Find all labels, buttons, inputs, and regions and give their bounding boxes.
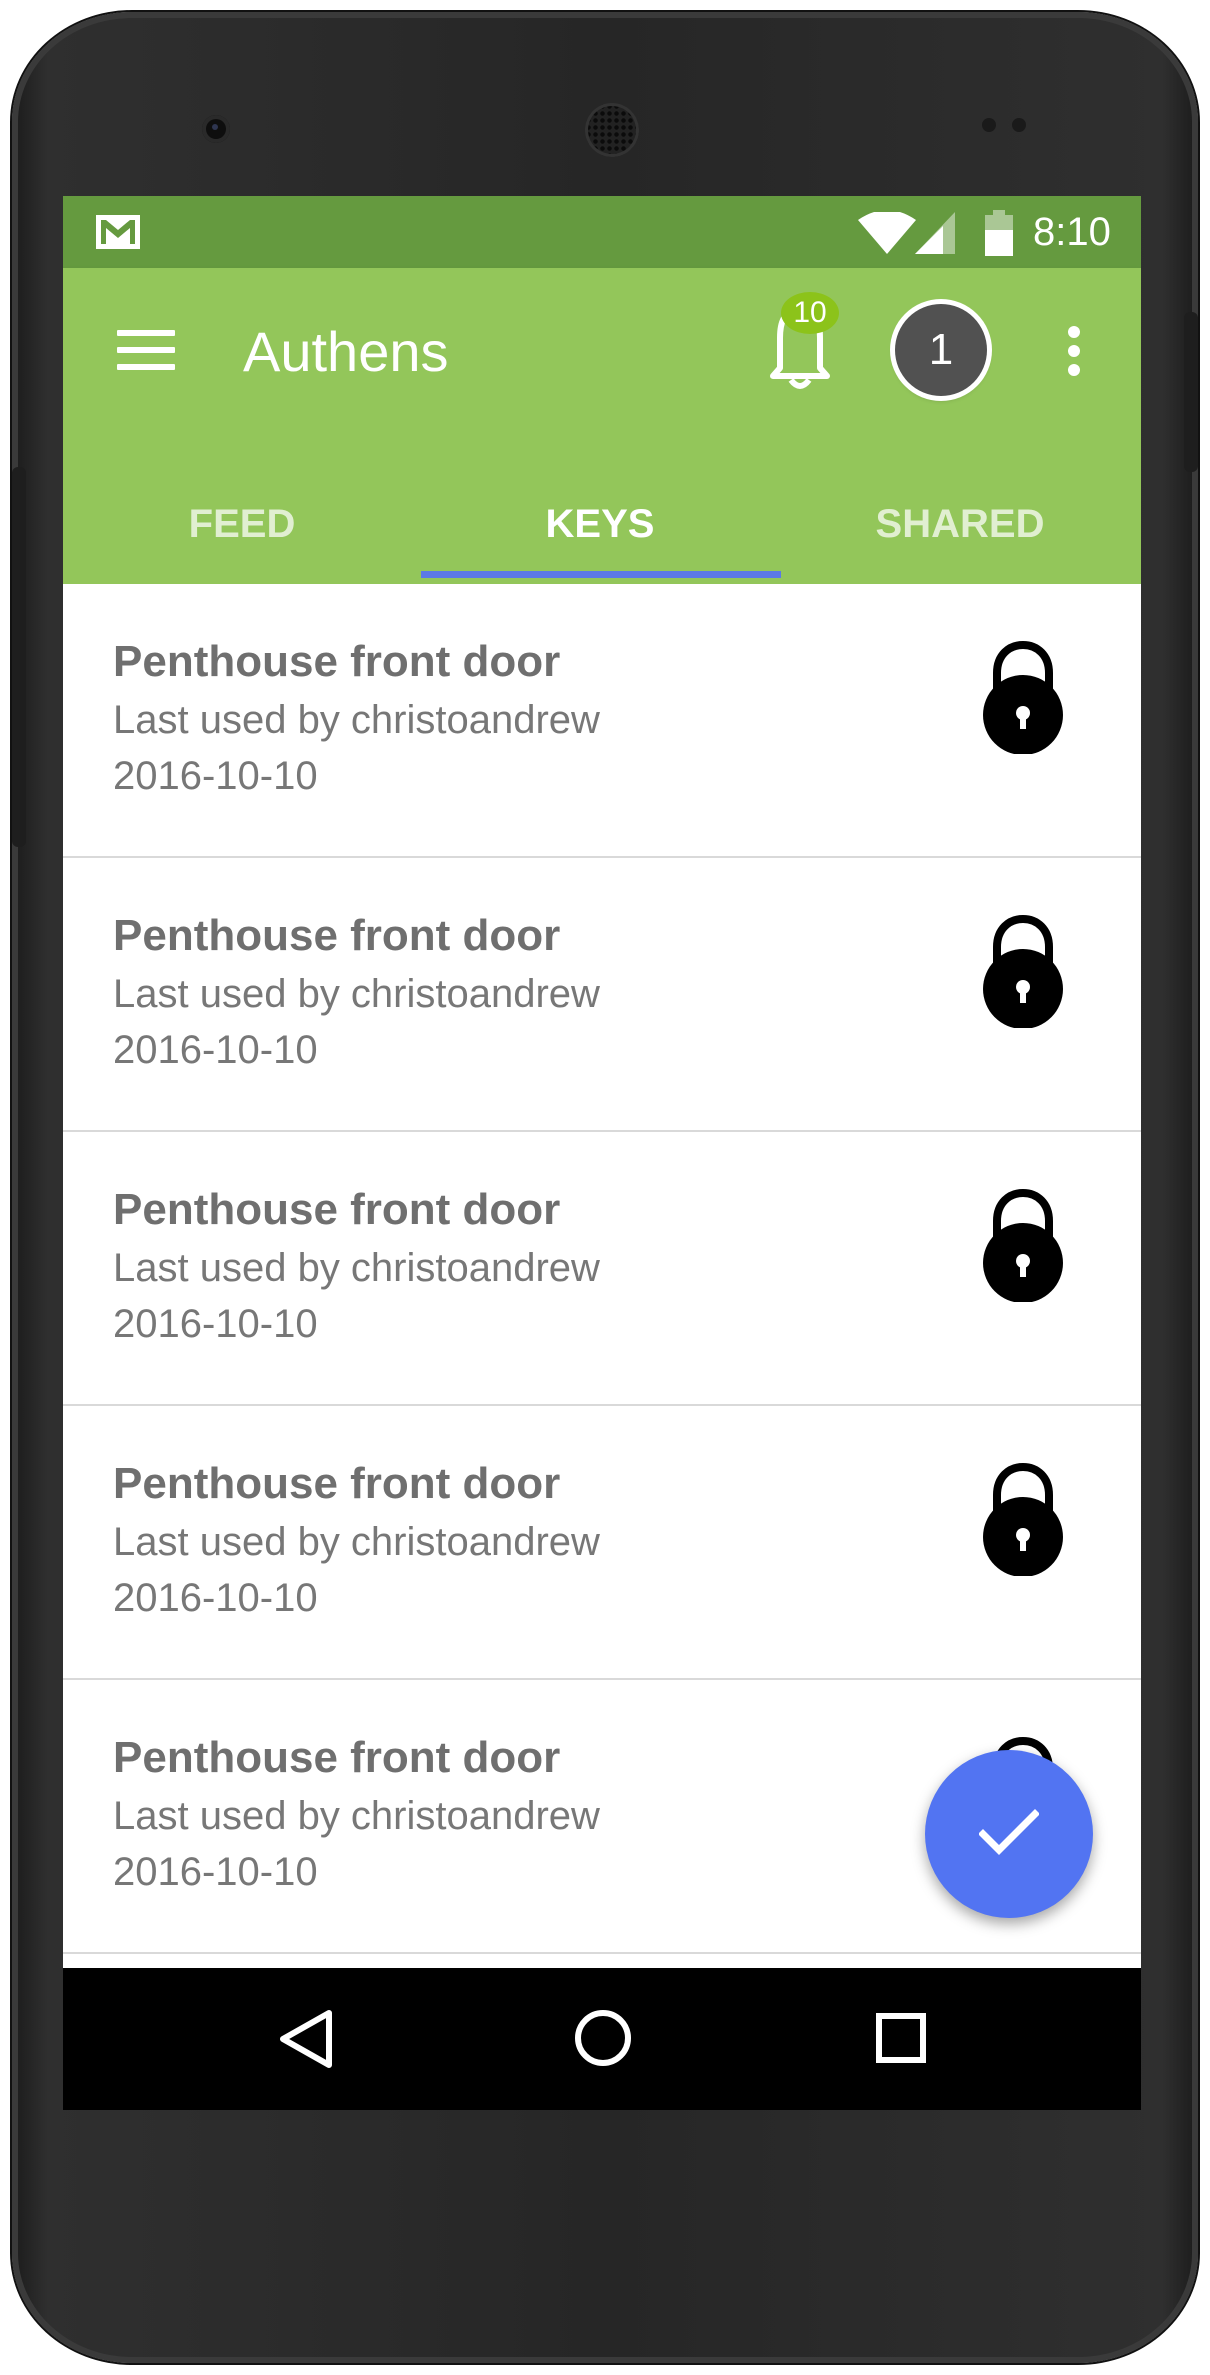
earpiece-speaker (585, 103, 639, 157)
navigation-bar (63, 1968, 1141, 2110)
keys-list: Penthouse front door Last used by christ… (63, 584, 1141, 1954)
notifications-button[interactable]: 10 (755, 280, 845, 400)
key-title: Penthouse front door (113, 637, 561, 686)
proximity-sensors (978, 118, 1038, 134)
back-icon[interactable] (277, 2008, 337, 2070)
volume-button (12, 467, 26, 847)
tab-feed[interactable]: FEED (63, 464, 421, 584)
recents-icon[interactable] (875, 2012, 927, 2064)
list-item[interactable]: Penthouse front door Last used by christ… (63, 1132, 1141, 1406)
tab-keys[interactable]: KEYS (421, 464, 779, 584)
front-camera (202, 115, 230, 143)
lock-icon[interactable] (981, 1461, 1065, 1576)
check-icon (979, 1809, 1039, 1855)
wifi-icon (858, 212, 916, 254)
lock-icon[interactable] (981, 1187, 1065, 1302)
key-date: 2016-10-10 (113, 1850, 318, 1894)
app-bar: Authens 10 1 FEED KEYS SHARED (63, 268, 1141, 584)
notification-count-badge: 10 (781, 292, 839, 334)
account-avatar[interactable]: 1 (895, 304, 987, 396)
key-last-used: Last used by christoandrew (113, 1246, 600, 1290)
key-last-used: Last used by christoandrew (113, 1794, 600, 1838)
power-button (1184, 312, 1198, 472)
list-item[interactable]: Penthouse front door Last used by christ… (63, 1406, 1141, 1680)
key-date: 2016-10-10 (113, 754, 318, 798)
list-item[interactable]: Penthouse front door Last used by christ… (63, 584, 1141, 858)
lock-icon[interactable] (981, 639, 1065, 754)
key-date: 2016-10-10 (113, 1302, 318, 1346)
key-title: Penthouse front door (113, 911, 561, 960)
status-bar: 8:10 (63, 196, 1141, 268)
key-last-used: Last used by christoandrew (113, 972, 600, 1016)
key-title: Penthouse front door (113, 1733, 561, 1782)
home-icon[interactable] (573, 2008, 633, 2068)
battery-icon (985, 210, 1013, 256)
app-title: Authens (243, 320, 449, 383)
key-last-used: Last used by christoandrew (113, 1520, 600, 1564)
overflow-icon[interactable] (1068, 326, 1080, 376)
screen: 8:10 Authens 10 1 FEED KEYS SHARED Penth… (63, 196, 1141, 2110)
tab-indicator (421, 571, 781, 578)
key-date: 2016-10-10 (113, 1576, 318, 1620)
tab-bar: FEED KEYS SHARED (63, 464, 1141, 584)
confirm-fab-button[interactable] (925, 1750, 1093, 1918)
signal-icon (915, 212, 955, 254)
list-item[interactable]: Penthouse front door Last used by christ… (63, 858, 1141, 1132)
key-last-used: Last used by christoandrew (113, 698, 600, 742)
lock-icon[interactable] (981, 913, 1065, 1028)
status-time: 8:10 (1033, 210, 1111, 254)
key-title: Penthouse front door (113, 1459, 561, 1508)
menu-icon[interactable] (117, 330, 175, 370)
tab-shared[interactable]: SHARED (781, 464, 1139, 584)
key-date: 2016-10-10 (113, 1028, 318, 1072)
gmail-icon (96, 215, 140, 249)
key-title: Penthouse front door (113, 1185, 561, 1234)
